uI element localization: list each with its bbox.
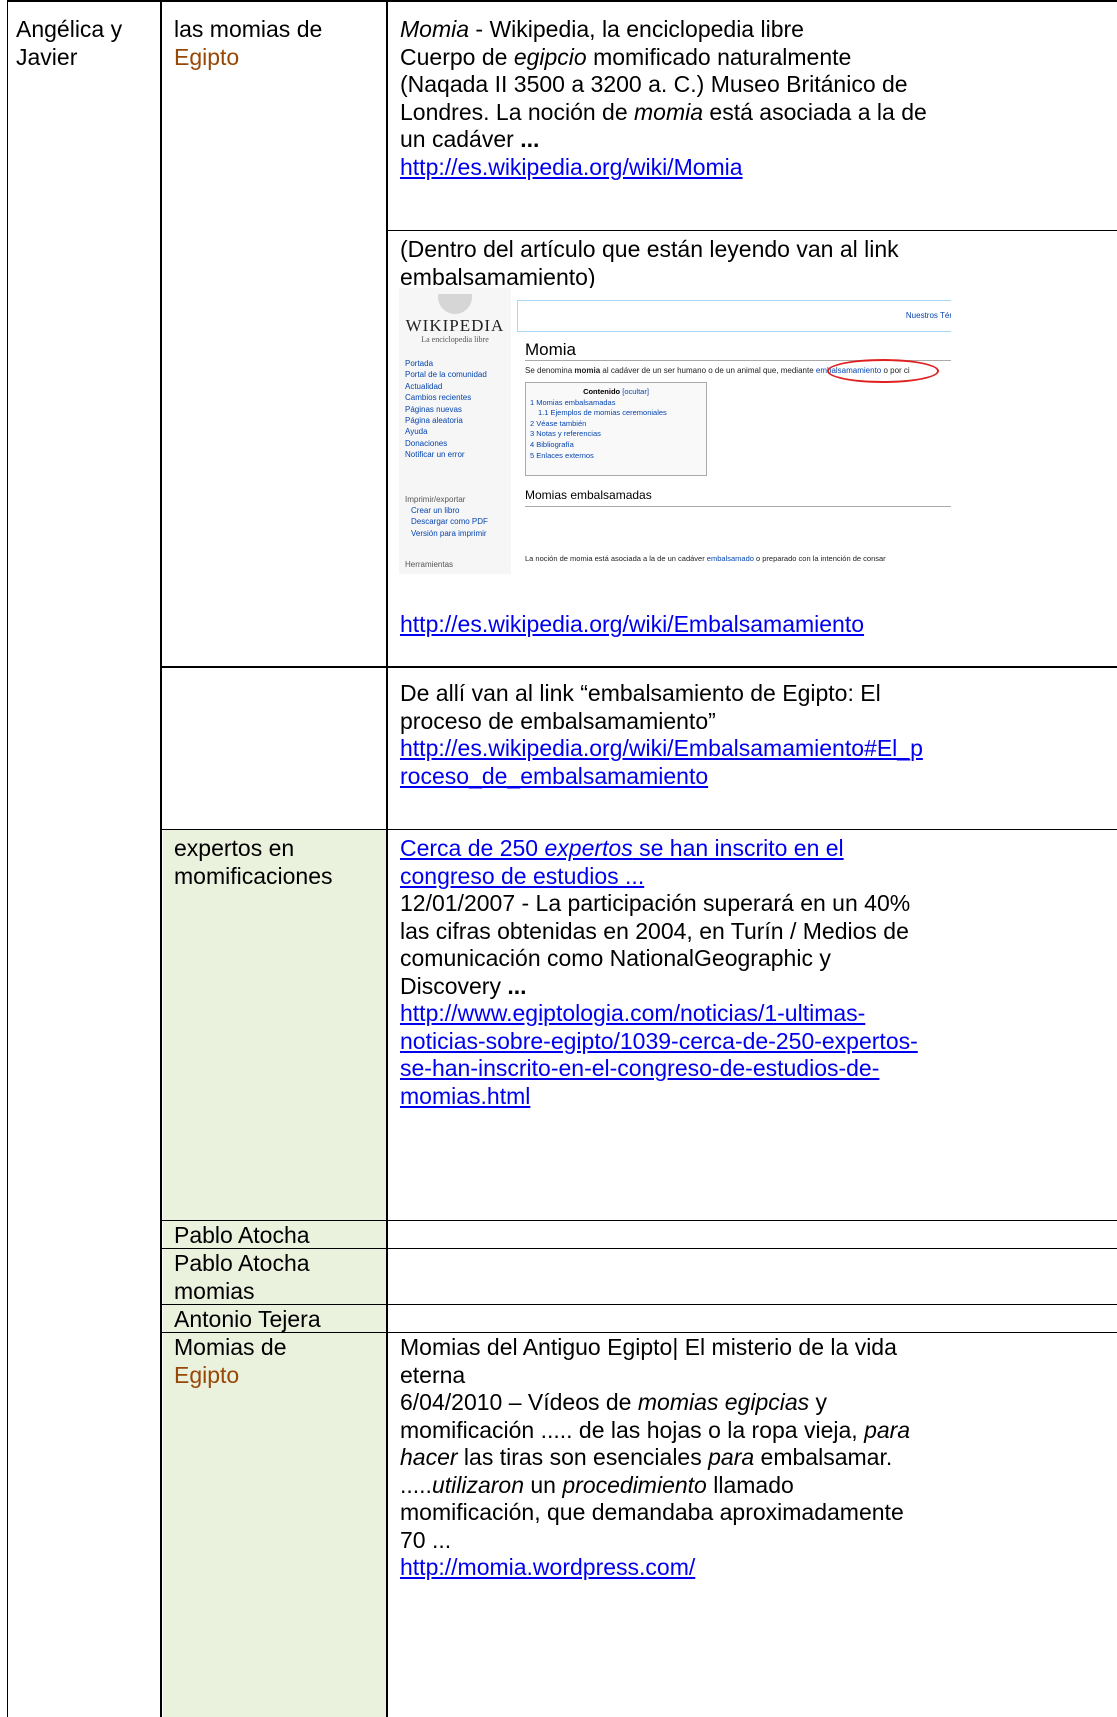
wiki-tools: Herramientas [405,560,454,569]
proceso-url-line2[interactable]: roceso_de_embalsamamiento [400,763,708,789]
student-names: Angélica y Javier [8,0,160,71]
wikipedia-logo: WIKIPEDIA La enciclopedia libre [401,294,509,344]
border-r1b [162,666,1117,668]
result-7-line6: .....utilizaron un procedimiento llamado [400,1471,794,1498]
wiki-nav-item: Portada [405,359,434,368]
wiki-tab-text: Nuestros Tér [905,311,951,320]
border-r2 [162,829,1117,830]
result-1-line4: Londres. La noción de momia está asociad… [400,98,927,125]
note-proceso: De allí van al link “embalsamiento de Eg… [400,680,1117,790]
wiki-globe-icon [438,294,472,314]
search-term-1-line2: Egipto [174,43,240,70]
wiki-toc: Contenido [ocultar] 1 Momias embalsamada… [525,382,707,476]
result-expertos: Cerca de 250 expertos se han inscrito en… [400,835,1117,1110]
wikipedia-screenshot: WIKIPEDIA La enciclopedia libre Portada P… [399,288,951,574]
wiki-nav: Portada Portal de la comunidad Actualidad C… [405,358,487,461]
wiki-nav-item: Páginas nuevas [405,404,462,414]
result-momia-wikipedia: Momia - Wikipedia, la enciclopedia libre… [400,16,1117,181]
result-expertos-line2: las cifras obtenidas en 2004, en Turín /… [400,917,909,944]
result-7-line7: momificación, que demandaba aproximadame… [400,1499,904,1525]
notes-table: Angélica y Javier las momias de Egipto M… [7,0,1117,1717]
wiki-h2-rule [525,506,951,507]
result-momias-antiguo-egipto: Momias del Antiguo Egipto| El misterio d… [400,1334,1117,1582]
result-expertos-line4: Discovery ... [400,972,527,999]
wiki-nav-item: Ayuda [405,427,428,437]
note-embalsamamiento: (Dentro del artículo que están leyendo v… [400,236,1117,291]
result-expertos-title-line2[interactable]: congreso de estudios ... [400,863,644,889]
note-2-line2: embalsamamiento) [400,263,596,290]
result-7-line2: eterna [400,1361,466,1388]
border-left [7,0,8,1717]
search-term-expertos-line1: expertos en [174,835,295,861]
row7-col2-bg [163,1333,387,1717]
wiki-nav-item: Actualidad [405,381,443,391]
wiki-nav-item: Página aleatoria [405,416,463,426]
result-expertos-url-2[interactable]: noticias-sobre-egipto/1039-cerca-de-250-… [400,1028,918,1054]
note-2-line1: (Dentro del artículo que están leyendo v… [400,236,899,262]
wiki-toc-list: 1 Momias embalsamadas 1.1 Ejemplos de mom… [526,398,706,462]
result-expertos-line3: comunicación como NationalGeographic y [400,945,831,971]
border-r1a [387,230,1117,231]
result-1-line3: (Naqada II 3500 a 3200 a. C.) Museo Brit… [400,71,908,97]
red-circle-highlight [827,359,939,383]
embalsamamiento-url-block: http://es.wikipedia.org/wiki/Embalsamami… [400,611,1117,639]
search-term-antonio-tejera: Antonio Tejera [174,1306,321,1332]
result-7-line8: 70 ... [400,1526,452,1553]
search-term-pablo-atocha-momias: Pablo Atocha momias [174,1250,310,1304]
wiki-nav-item: Portal de la comunidad [405,370,487,380]
wiki-toc-item: 2 Véase también [530,418,587,428]
wiki-paragraph: La noción de momia está asociada a la de… [525,554,886,563]
student-name-line2: Javier [16,43,78,70]
search-term-pablo-atocha: Pablo Atocha [174,1222,310,1248]
student-name-line1: Angélica y [16,16,123,42]
result-1-title: Momia - Wikipedia, la enciclopedia libre [400,16,804,42]
search-term-momias-egipto: Momias de Egipto [174,1334,287,1388]
wiki-nav-section: Imprimir/exportar [405,495,466,504]
result-expertos-line1: 12/01/2007 - La participación superará e… [400,890,911,916]
wiki-toc-item: 1 Momias embalsamadas [530,397,616,407]
result-1-url[interactable]: http://es.wikipedia.org/wiki/Momia [400,154,743,180]
result-7-line3: 6/04/2010 – Vídeos de momias egipcias y [400,1389,828,1415]
result-expertos-url-3[interactable]: se-han-inscrito-en-el-congreso-de-estudi… [400,1055,879,1081]
wiki-toc-item: 3 Notas y referencias [530,429,601,439]
result-1-line5: un cadáver ... [400,126,540,152]
wiki-page-title: Momia [525,340,577,359]
wiki-nav-item: Notificar un error [405,450,465,460]
wiki-toc-item: 5 Enlaces externos [530,450,594,460]
wiki-nav-sub: Crear un libro Descargar como PDF Versión … [411,505,488,539]
border-col1 [160,0,162,1717]
wiki-nav-item: Cambios recientes [405,393,472,403]
result-7-line1: Momias del Antiguo Egipto| El misterio d… [400,1334,897,1360]
search-term-1: las momias de Egipto [163,0,387,71]
wiki-toc-item: 1.1 Ejemplos de momias ceremoniales [538,408,667,418]
wiki-section-heading: Momias embalsamadas [525,488,652,502]
result-expertos-title[interactable]: Cerca de 250 expertos se han inscrito en… [400,835,844,861]
result-expertos-url-1[interactable]: http://www.egiptologia.com/noticias/1-ul… [400,1000,865,1026]
search-term-expertos-line2: momificaciones [174,862,333,889]
search-term-expertos: expertos en momificaciones [174,835,384,890]
embalsamamiento-url[interactable]: http://es.wikipedia.org/wiki/Embalsamami… [400,611,864,637]
result-7-line5: hacer las tiras son esenciales para emba… [400,1444,893,1470]
border-col2 [386,0,388,1717]
result-7-line4: momificación ..... de las hojas o la rop… [400,1416,911,1443]
wiki-nav-sub-item: Crear un libro [411,506,460,515]
border-r3 [162,1220,1117,1221]
note-3-line1: De allí van al link “embalsamiento de Eg… [400,680,881,706]
search-term-1-line1: las momias de [174,16,323,42]
wiki-nav-sub-item: Descargar como PDF [411,517,488,527]
proceso-url-line1[interactable]: http://es.wikipedia.org/wiki/Embalsamami… [400,735,923,761]
wiki-tab-bar: Nuestros Tér [517,300,951,332]
result-1-line2: Cuerpo de egipcio momificado naturalment… [400,43,852,70]
result-7-url[interactable]: http://momia.wordpress.com/ [400,1554,695,1580]
wiki-toc-item: 4 Bibliografía [530,439,574,449]
result-expertos-url-4[interactable]: momias.html [400,1083,530,1109]
note-3-line2: proceso de embalsamamiento” [400,707,716,734]
wiki-nav-sub-item: Versión para imprimir [411,528,487,538]
wiki-nav-item: Donaciones [405,438,448,448]
